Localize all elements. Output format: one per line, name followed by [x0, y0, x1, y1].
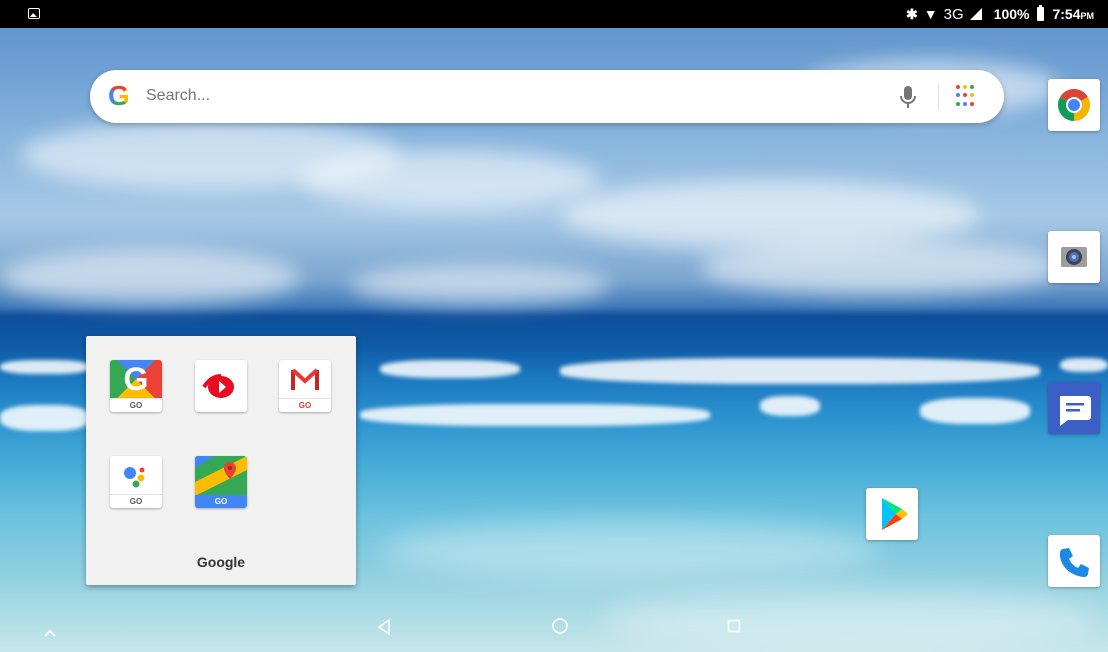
assistant-go-icon[interactable]: GO [110, 456, 162, 508]
status-bar: ✱ ▼ 3G 100% 7:54PM [0, 0, 1108, 28]
google-apps-icon[interactable] [956, 85, 978, 107]
home-button[interactable] [551, 617, 569, 635]
search-input[interactable]: Search... [146, 87, 210, 105]
messages-icon[interactable] [1048, 382, 1100, 434]
phone-icon[interactable] [1048, 535, 1100, 587]
maps-go-icon[interactable]: GO [195, 456, 247, 508]
app-drawer-arrow-icon[interactable] [43, 628, 57, 638]
battery-icon [1037, 5, 1045, 21]
folder-label: Google [196, 554, 246, 570]
youtube-go-icon[interactable] [195, 360, 247, 412]
go-badge: GO [110, 398, 162, 412]
go-badge: GO [279, 398, 331, 412]
signal-icon [969, 8, 982, 20]
back-button[interactable] [376, 618, 392, 636]
image-notification-icon [28, 8, 40, 19]
search-divider [938, 84, 939, 110]
home-screen: ✱ ▼ 3G 100% 7:54PM G Search... G GO GO G… [0, 0, 1108, 652]
clock: 7:54PM [1052, 6, 1094, 22]
google-logo-icon[interactable]: G [108, 82, 130, 110]
go-badge: GO [195, 495, 247, 508]
microphone-icon[interactable] [898, 84, 918, 110]
wifi-icon: ▼ [923, 6, 938, 22]
go-badge: GO [110, 494, 162, 508]
google-go-icon[interactable]: G GO [110, 360, 162, 412]
play-store-icon[interactable] [866, 488, 918, 540]
google-search-bar[interactable]: G Search... [90, 70, 1004, 123]
bluetooth-icon: ✱ [906, 5, 918, 22]
recents-button[interactable] [727, 619, 741, 633]
google-folder[interactable]: G GO GO GO GO Google [86, 336, 356, 585]
network-type: 3G [943, 5, 964, 23]
chrome-icon[interactable] [1048, 79, 1100, 131]
camera-icon[interactable] [1048, 231, 1100, 283]
gmail-go-icon[interactable]: GO [279, 360, 331, 412]
battery-percent: 100% [993, 6, 1030, 22]
